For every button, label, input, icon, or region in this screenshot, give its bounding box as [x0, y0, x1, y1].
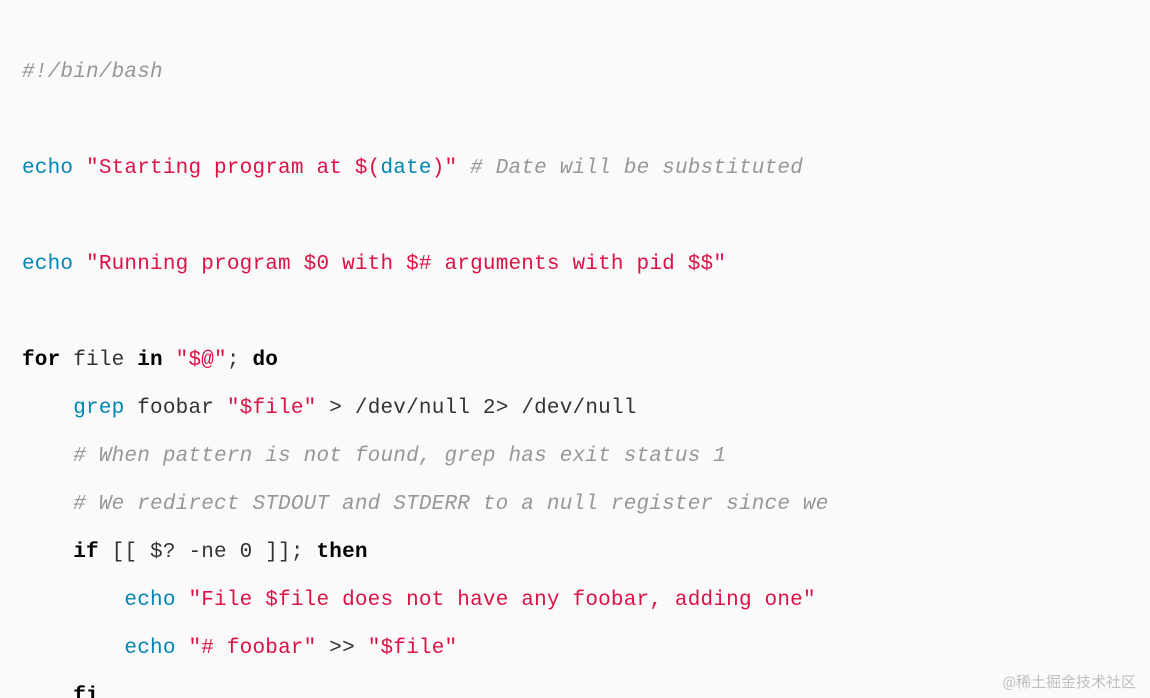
echo-builtin: echo — [22, 157, 73, 180]
for-keyword: for — [22, 349, 60, 372]
echo-builtin: echo — [124, 637, 175, 660]
string-literal: "# foobar" — [188, 637, 316, 660]
do-keyword: do — [252, 349, 278, 372]
echo-builtin: echo — [124, 589, 175, 612]
code-line-12: echo "File $file does not have any fooba… — [22, 577, 1128, 625]
code-line-8: grep foobar "$file" > /dev/null 2> /dev/… — [22, 385, 1128, 433]
echo-builtin: echo — [22, 253, 73, 276]
comment: # We redirect STDOUT and STDERR to a nul… — [73, 493, 828, 516]
code-line-7: for file in "$@"; do — [22, 337, 1128, 385]
code-line-14: fi — [22, 673, 1128, 698]
code-line-10: # We redirect STDOUT and STDERR to a nul… — [22, 481, 1128, 529]
in-keyword: in — [137, 349, 163, 372]
blank-line — [22, 289, 1128, 337]
string-literal: "Running program $0 with $# arguments wi… — [86, 253, 726, 276]
loop-var: file — [60, 349, 137, 372]
code-line-5: echo "Running program $0 with $# argumen… — [22, 241, 1128, 289]
condition: [[ $? -ne 0 ]]; — [99, 541, 317, 564]
code-line-1: #!/bin/bash — [22, 49, 1128, 97]
string-literal: "$@" — [176, 349, 227, 372]
date-builtin: date — [380, 157, 431, 180]
comment: # When pattern is not found, grep has ex… — [73, 445, 726, 468]
string-literal: "Starting program at $(date)" — [86, 157, 457, 180]
string-literal: "$file" — [368, 637, 458, 660]
blank-line — [22, 97, 1128, 145]
then-keyword: then — [316, 541, 367, 564]
grep-arg: foobar — [137, 397, 227, 420]
shebang-comment: #!/bin/bash — [22, 61, 163, 84]
blank-line — [22, 193, 1128, 241]
code-line-13: echo "# foobar" >> "$file" — [22, 625, 1128, 673]
append-op: >> — [316, 637, 367, 660]
redirect: > /dev/null 2> /dev/null — [317, 397, 637, 420]
grep-builtin: grep — [73, 397, 124, 420]
code-line-9: # When pattern is not found, grep has ex… — [22, 433, 1128, 481]
inline-comment: # Date will be substituted — [470, 157, 803, 180]
code-line-3: echo "Starting program at $(date)" # Dat… — [22, 145, 1128, 193]
string-literal: "$file" — [227, 397, 317, 420]
fi-keyword: fi — [73, 685, 99, 698]
string-literal: "File $file does not have any foobar, ad… — [188, 589, 815, 612]
code-line-11: if [[ $? -ne 0 ]]; then — [22, 529, 1128, 577]
if-keyword: if — [73, 541, 99, 564]
code-block: #!/bin/bash echo "Starting program at $(d… — [0, 0, 1150, 698]
